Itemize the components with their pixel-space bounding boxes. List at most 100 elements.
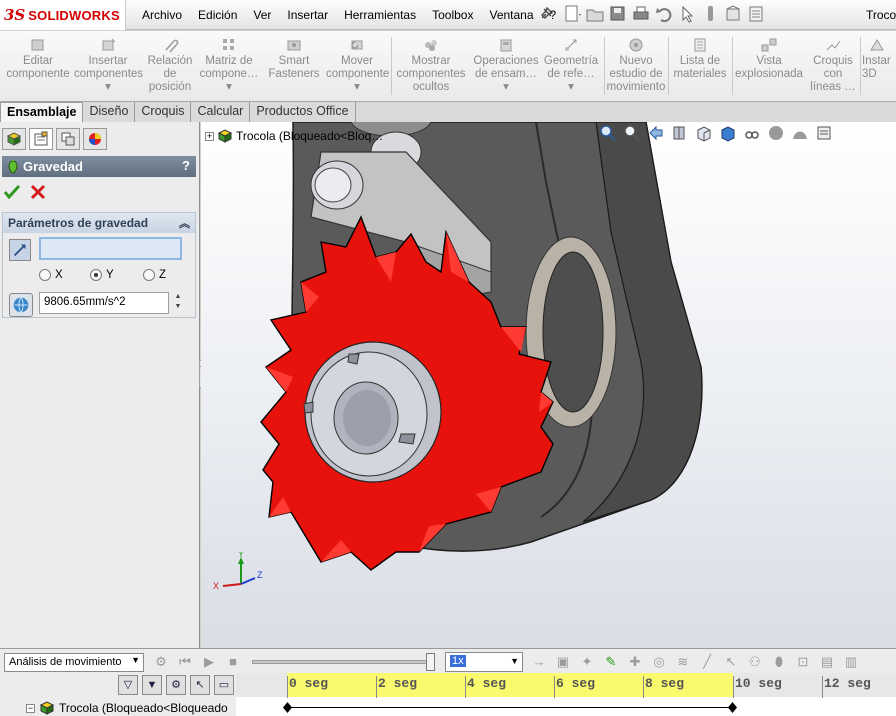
direction-reference-icon[interactable]	[9, 239, 31, 261]
play-icon[interactable]: ▶	[200, 653, 218, 671]
file-properties-icon[interactable]	[723, 3, 743, 25]
collapse-motion-manager-icon[interactable]: ▥	[842, 653, 860, 671]
save-animation-icon[interactable]: ▣	[554, 653, 572, 671]
spring-icon[interactable]: ≋	[674, 653, 692, 671]
tab-ensamblaje[interactable]: Ensamblaje	[0, 102, 84, 122]
menu-insertar[interactable]: Insertar	[279, 8, 336, 22]
previous-view-icon[interactable]	[647, 124, 665, 142]
menu-ver[interactable]: Ver	[245, 8, 279, 22]
axis-radio-x[interactable]: X	[39, 269, 63, 281]
tab-productos-office[interactable]: Productos Office	[250, 102, 356, 122]
property-manager-tab[interactable]	[29, 128, 53, 150]
autokey-icon[interactable]: ✎	[602, 653, 620, 671]
playback-speed-dropdown[interactable]: 1x ▼	[445, 652, 523, 672]
feature-tree-root[interactable]: + Trocola (Bloqueado<Bloq…	[205, 128, 383, 144]
end-key-point[interactable]	[728, 702, 737, 713]
filter-animated-icon[interactable]: ▼	[142, 675, 162, 695]
axis-radio-z[interactable]: Z	[143, 269, 166, 281]
show-hidden-components-button[interactable]: Mostrar componentes ocultos	[396, 37, 466, 94]
playback-mode-icon[interactable]: →	[530, 653, 548, 671]
motion-study-properties-icon[interactable]: ▤	[818, 653, 836, 671]
tab-calcular[interactable]: Calcular	[191, 102, 251, 122]
study-type-dropdown[interactable]: Análisis de movimiento ▼	[4, 653, 144, 672]
smart-fasteners-button[interactable]: Smart Fasteners	[266, 37, 322, 81]
motion-tree-item[interactable]: − Trocola (Bloqueado<Bloqueado	[26, 700, 228, 716]
menu-herramientas[interactable]: Herramientas	[336, 8, 424, 22]
exploded-view-button[interactable]: Vista explosionada	[734, 37, 804, 81]
zoom-to-fit-icon[interactable]	[599, 124, 617, 142]
menu-edicion[interactable]: Edición	[190, 8, 245, 22]
configuration-manager-tab[interactable]	[56, 128, 80, 150]
animation-wizard-icon[interactable]: ✦	[578, 653, 596, 671]
component-timeline-bar[interactable]	[287, 707, 733, 708]
gravity-value-spinner[interactable]: ▲ ▼	[171, 292, 185, 314]
instant3d-button[interactable]: Instar 3D	[862, 37, 896, 81]
calculate-icon[interactable]: ⚙	[152, 653, 170, 671]
filter-icon[interactable]: ▽	[118, 675, 138, 695]
add-key-icon[interactable]: ✚	[626, 653, 644, 671]
view-orientation-icon[interactable]	[695, 124, 713, 142]
explode-line-sketch-button[interactable]: Croquis con líneas …	[808, 37, 858, 94]
edit-appearance-icon[interactable]	[767, 124, 785, 142]
playback-slider-handle[interactable]	[426, 653, 435, 671]
print-icon[interactable]	[631, 3, 651, 25]
display-manager-tab[interactable]	[83, 128, 107, 150]
direction-reference-field[interactable]	[39, 237, 182, 260]
damper-icon[interactable]: ╱	[698, 653, 716, 671]
collapse-icon[interactable]: −	[26, 703, 35, 713]
ok-check-icon[interactable]	[3, 183, 21, 201]
display-style-icon[interactable]	[719, 124, 737, 142]
apply-scene-icon[interactable]	[791, 124, 809, 142]
filter-results-icon[interactable]: ▭	[214, 675, 234, 695]
motor-icon[interactable]: ◎	[650, 653, 668, 671]
save-icon[interactable]	[608, 3, 628, 25]
gravity-tool-icon[interactable]: ⬮	[770, 653, 788, 671]
menu-ventana[interactable]: Ventana	[481, 8, 541, 22]
expand-icon[interactable]: +	[205, 131, 214, 141]
filter-selected-icon[interactable]: ↖	[190, 675, 210, 695]
new-motion-study-button[interactable]: Nuevo estudio de movimiento	[606, 37, 666, 94]
collapse-chevron-icon[interactable]: ︽	[179, 215, 190, 231]
contact-icon[interactable]: ⚇	[746, 653, 764, 671]
view-settings-icon[interactable]	[815, 124, 833, 142]
edit-component-button[interactable]: Editar componente	[6, 37, 70, 81]
cancel-x-icon[interactable]	[29, 183, 47, 201]
bill-of-materials-button[interactable]: Lista de materiales	[670, 37, 730, 81]
options-icon[interactable]	[746, 3, 766, 25]
filter-driving-icon[interactable]: ⚙	[166, 675, 186, 695]
mate-button[interactable]: Relación de posición	[146, 37, 194, 94]
move-component-button[interactable]: Mover componente ▾	[326, 37, 389, 94]
open-folder-icon[interactable]	[585, 3, 605, 25]
new-document-icon[interactable]	[562, 3, 582, 25]
solidworks-logo[interactable]: 3S SOLIDWORKS	[0, 0, 126, 30]
force-icon[interactable]: ↖	[722, 653, 740, 671]
help-icon[interactable]: ?	[182, 158, 190, 173]
pin-icon[interactable]	[538, 6, 554, 22]
zoom-to-area-icon[interactable]	[623, 124, 641, 142]
playback-slider-track[interactable]	[252, 660, 432, 664]
feature-manager-tab[interactable]	[2, 128, 26, 150]
reference-geometry-button[interactable]: Geometría de refe… ▾	[542, 37, 600, 94]
start-key-point[interactable]	[283, 702, 292, 713]
timeline[interactable]: 0 seg 2 seg 4 seg 6 seg 8 seg 10 seg 12 …	[236, 673, 896, 716]
play-from-start-icon[interactable]: ⏮	[176, 653, 194, 671]
trocola-assembly-model[interactable]	[201, 122, 896, 648]
graphics-area[interactable]: + Trocola (Bloqueado<Bloq… Y X Z	[201, 122, 896, 648]
section-view-icon[interactable]	[671, 124, 689, 142]
stop-icon[interactable]: ■	[224, 653, 242, 671]
tab-croquis[interactable]: Croquis	[135, 102, 192, 122]
component-pattern-button[interactable]: Matriz de compone… ▾	[198, 37, 260, 94]
hide-show-items-icon[interactable]	[743, 124, 761, 142]
insert-components-button[interactable]: Insertar componentes ▾	[74, 37, 143, 94]
rebuild-icon[interactable]	[700, 3, 720, 25]
gravity-value-input[interactable]: 9806.65mm/s^2	[39, 292, 169, 314]
menu-toolbox[interactable]: Toolbox	[424, 8, 481, 22]
results-and-plots-icon[interactable]: ⊡	[794, 653, 812, 671]
undo-icon[interactable]	[654, 3, 674, 25]
menu-archivo[interactable]: Archivo	[134, 8, 190, 22]
axis-radio-y[interactable]: Y	[90, 269, 114, 281]
gravity-parameters-title[interactable]: Parámetros de gravedad ︽	[3, 213, 195, 233]
tab-diseno[interactable]: Diseño	[83, 102, 136, 122]
assembly-features-button[interactable]: Operaciones de ensam… ▾	[472, 37, 540, 94]
select-arrow-icon[interactable]	[677, 3, 697, 25]
